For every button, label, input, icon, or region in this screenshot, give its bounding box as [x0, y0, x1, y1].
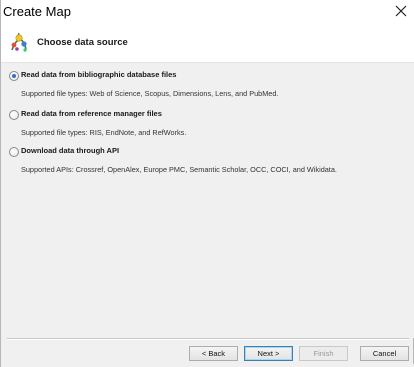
finish-button[interactable]: Finish [299, 346, 348, 361]
page-title: Choose data source [37, 37, 128, 48]
option-reference-manager-files[interactable]: Read data from reference manager files S… [9, 109, 407, 139]
wizard-header: Choose data source [1, 25, 414, 63]
footer-divider [7, 338, 409, 340]
close-icon[interactable] [393, 3, 409, 19]
radio-download-api[interactable] [9, 147, 19, 157]
radio-bibliographic-files[interactable] [9, 71, 19, 81]
option-bibliographic-files[interactable]: Read data from bibliographic database fi… [9, 70, 407, 100]
option-description: Supported file types: Web of Science, Sc… [21, 89, 279, 98]
title-bar: Create Map [1, 0, 414, 25]
options-panel: Read data from bibliographic database fi… [1, 63, 414, 338]
radio-reference-manager-files[interactable] [9, 110, 19, 120]
option-label[interactable]: Read data from bibliographic database fi… [21, 70, 176, 79]
create-map-dialog: Create Map Choose data source Read data … [0, 0, 414, 367]
cancel-button[interactable]: Cancel [360, 346, 409, 361]
window-title: Create Map [3, 4, 71, 19]
option-description: Supported file types: RIS, EndNote, and … [21, 128, 187, 137]
back-button[interactable]: < Back [189, 346, 238, 361]
option-download-api[interactable]: Download data through API Supported APIs… [9, 146, 407, 176]
next-button[interactable]: Next > [244, 346, 293, 361]
option-label[interactable]: Download data through API [21, 146, 119, 155]
option-label[interactable]: Read data from reference manager files [21, 109, 162, 118]
citespace-map-icon [8, 31, 30, 58]
option-description: Supported APIs: Crossref, OpenAlex, Euro… [21, 165, 337, 174]
